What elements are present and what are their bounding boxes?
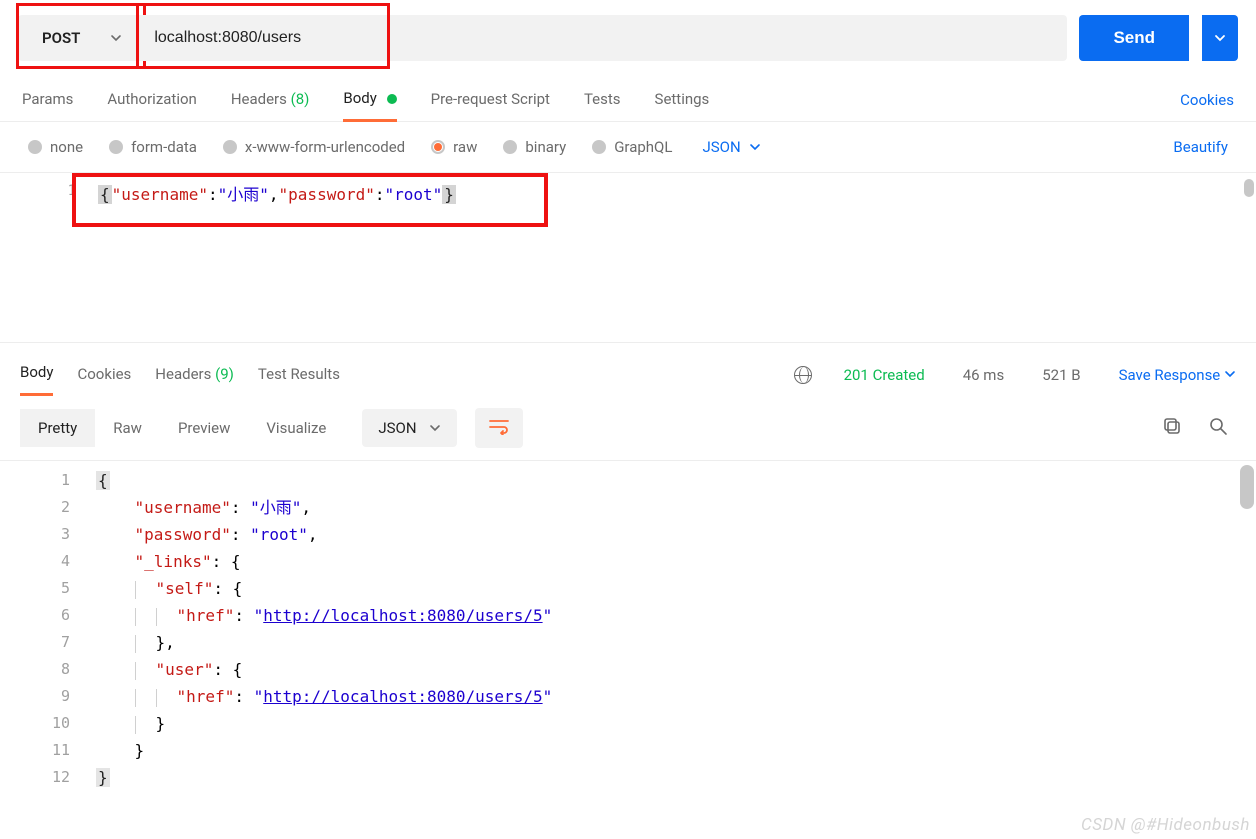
request-url-bar: POST Send <box>0 0 1256 73</box>
tab-tests[interactable]: Tests <box>584 80 621 120</box>
resp-tab-test-results[interactable]: Test Results <box>258 355 340 395</box>
resp-tab-body[interactable]: Body <box>20 353 53 396</box>
tab-body-label: Body <box>343 89 376 107</box>
view-mode-visualize[interactable]: Visualize <box>248 409 344 447</box>
tab-prerequest-script[interactable]: Pre-request Script <box>431 80 550 120</box>
resp-headers-count: (9) <box>215 365 234 383</box>
response-time: 46 ms <box>963 366 1004 384</box>
code-line: {"username":"小雨","password":"root"} <box>98 173 1256 207</box>
body-type-form-data[interactable]: form-data <box>109 138 197 156</box>
globe-icon[interactable] <box>794 366 812 384</box>
line-gutter: 1 <box>0 183 86 199</box>
response-status: 201 Created <box>844 366 925 384</box>
chevron-down-icon <box>104 32 134 44</box>
request-tabs: Params Authorization Headers (8) Body Pr… <box>0 73 1256 122</box>
tab-headers[interactable]: Headers (8) <box>231 80 310 120</box>
response-tabs: Body Cookies Headers (9) Test Results 20… <box>0 342 1256 396</box>
modified-dot-icon <box>387 94 397 104</box>
response-code: { "username": "小雨", "password": "root", … <box>96 461 1256 791</box>
tab-authorization[interactable]: Authorization <box>107 80 196 120</box>
tab-settings[interactable]: Settings <box>655 80 710 120</box>
cookies-link[interactable]: Cookies <box>1180 91 1234 109</box>
search-icon[interactable] <box>1200 408 1236 448</box>
resp-tab-headers[interactable]: Headers (9) <box>155 355 234 395</box>
copy-icon[interactable] <box>1154 408 1190 448</box>
chevron-down-icon <box>1214 32 1226 44</box>
http-method-label: POST <box>18 15 104 61</box>
url-input[interactable] <box>134 15 1067 61</box>
raw-format-dropdown[interactable]: JSON <box>702 138 760 156</box>
save-response-dropdown[interactable]: Save Response <box>1119 366 1236 384</box>
url-input-container <box>134 15 1067 61</box>
resp-tab-cookies[interactable]: Cookies <box>77 355 131 395</box>
beautify-link[interactable]: Beautify <box>1173 138 1228 156</box>
response-view-row: Pretty Raw Preview Visualize JSON <box>0 396 1256 461</box>
view-mode-pretty[interactable]: Pretty <box>20 409 95 447</box>
scrollbar-thumb[interactable] <box>1244 179 1254 197</box>
body-type-row: none form-data x-www-form-urlencoded raw… <box>0 122 1256 172</box>
tab-body[interactable]: Body <box>343 79 396 122</box>
response-size: 521 B <box>1042 366 1080 384</box>
send-dropdown-button[interactable] <box>1202 15 1238 61</box>
http-method-dropdown[interactable]: POST <box>18 15 134 61</box>
request-body-editor[interactable]: 1 {"username":"小雨","password":"root"} <box>0 172 1256 342</box>
chevron-down-icon <box>749 141 761 153</box>
tab-params[interactable]: Params <box>22 80 73 120</box>
view-mode-preview[interactable]: Preview <box>160 409 248 447</box>
body-type-raw[interactable]: raw <box>431 138 477 156</box>
response-format-dropdown[interactable]: JSON <box>362 409 456 447</box>
body-type-binary[interactable]: binary <box>503 138 566 156</box>
headers-count: (8) <box>291 90 310 108</box>
body-type-graphql[interactable]: GraphQL <box>592 138 672 156</box>
response-body-editor[interactable]: 123456789101112 { "username": "小雨", "pas… <box>0 461 1256 791</box>
watermark-text: CSDN @#Hideonbush <box>1081 815 1250 835</box>
chevron-down-icon <box>1224 368 1236 380</box>
tab-headers-label: Headers <box>231 90 287 108</box>
scrollbar-thumb[interactable] <box>1240 465 1254 509</box>
send-button[interactable]: Send <box>1079 15 1189 61</box>
body-type-none[interactable]: none <box>28 138 83 156</box>
line-gutter: 123456789101112 <box>0 467 80 791</box>
view-mode-raw[interactable]: Raw <box>95 409 160 447</box>
body-type-xform[interactable]: x-www-form-urlencoded <box>223 138 405 156</box>
chevron-down-icon <box>429 422 441 434</box>
view-mode-segment: Pretty Raw Preview Visualize <box>20 409 344 447</box>
wrap-lines-button[interactable] <box>475 408 523 448</box>
